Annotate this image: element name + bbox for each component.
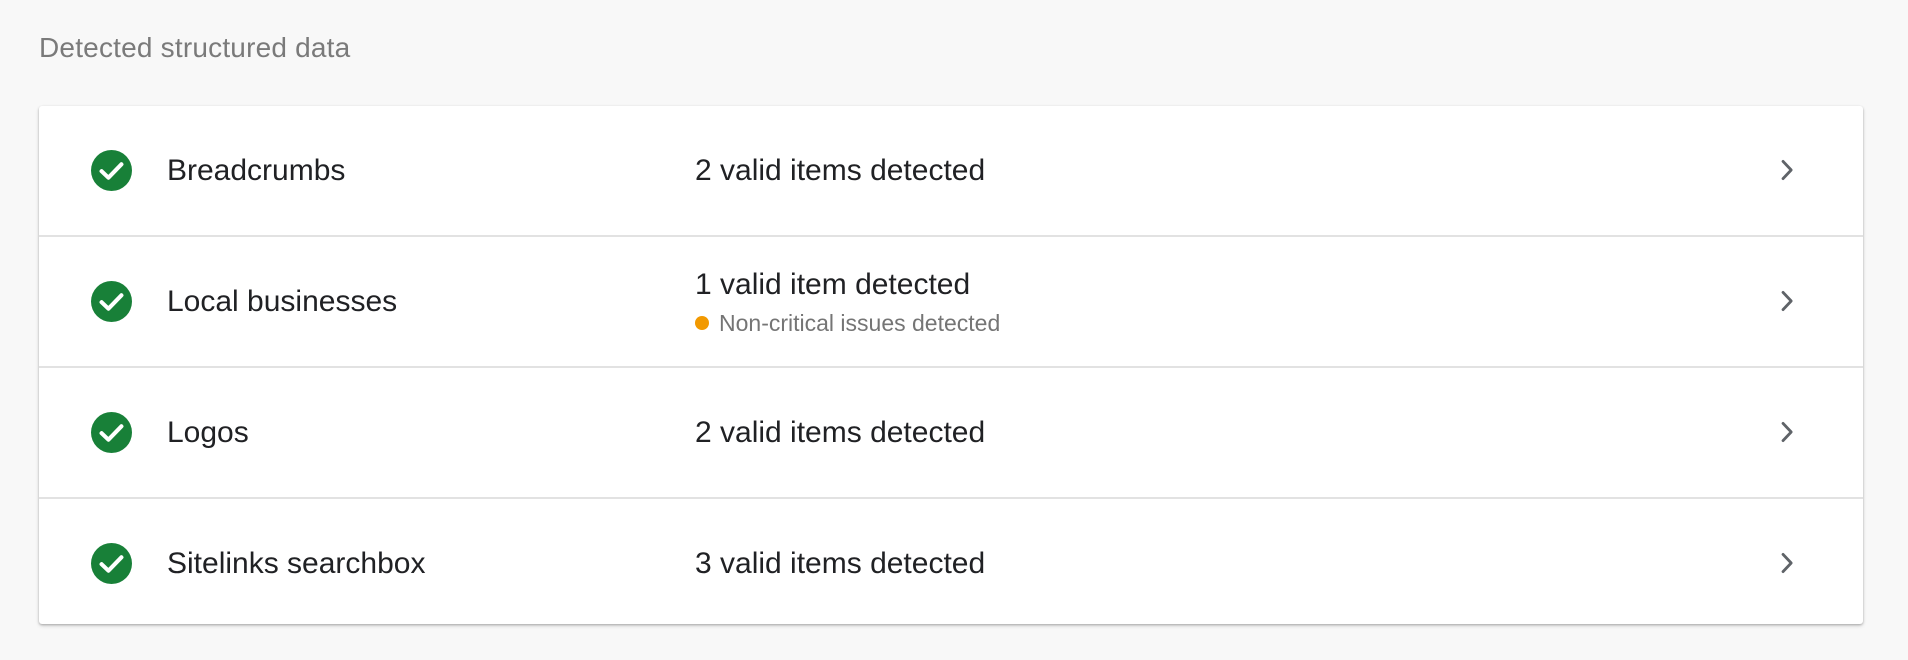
row-status: 3 valid items detected [695,499,985,624]
row-name: Sitelinks searchbox [167,547,426,580]
chevron-right-icon [1773,418,1801,446]
status-text: 3 valid items detected [695,546,986,580]
structured-data-list: Breadcrumbs 2 valid items detected Local… [39,106,1863,624]
check-circle-icon [91,281,132,322]
row-name: Breadcrumbs [167,154,346,187]
status-text: 2 valid items detected [695,415,986,449]
row-name: Logos [167,416,249,449]
row-status: 1 valid item detected Non-critical issue… [695,237,1000,366]
check-circle-icon [91,412,132,453]
section-title: Detected structured data [39,32,351,63]
row-status: 2 valid items detected [695,368,985,497]
status-text: 2 valid items detected [695,153,986,187]
check-circle-icon [91,543,132,584]
check-circle-icon [91,150,132,191]
status-text: 1 valid item detected [695,267,971,301]
warning-dot-icon [695,315,709,330]
warning-note: Non-critical issues detected [695,309,1000,337]
structured-data-row-logos[interactable]: Logos 2 valid items detected [39,368,1863,499]
structured-data-row-breadcrumbs[interactable]: Breadcrumbs 2 valid items detected [39,106,1863,237]
structured-data-row-local-businesses[interactable]: Local businesses 1 valid item detected N… [39,237,1863,368]
row-name: Local businesses [167,285,398,318]
structured-data-row-sitelinks-searchbox[interactable]: Sitelinks searchbox 3 valid items detect… [39,499,1863,624]
chevron-right-icon [1773,156,1801,184]
row-status: 2 valid items detected [695,106,985,235]
warning-note-text: Non-critical issues detected [719,309,1001,336]
chevron-right-icon [1773,287,1801,315]
chevron-right-icon [1773,549,1801,577]
